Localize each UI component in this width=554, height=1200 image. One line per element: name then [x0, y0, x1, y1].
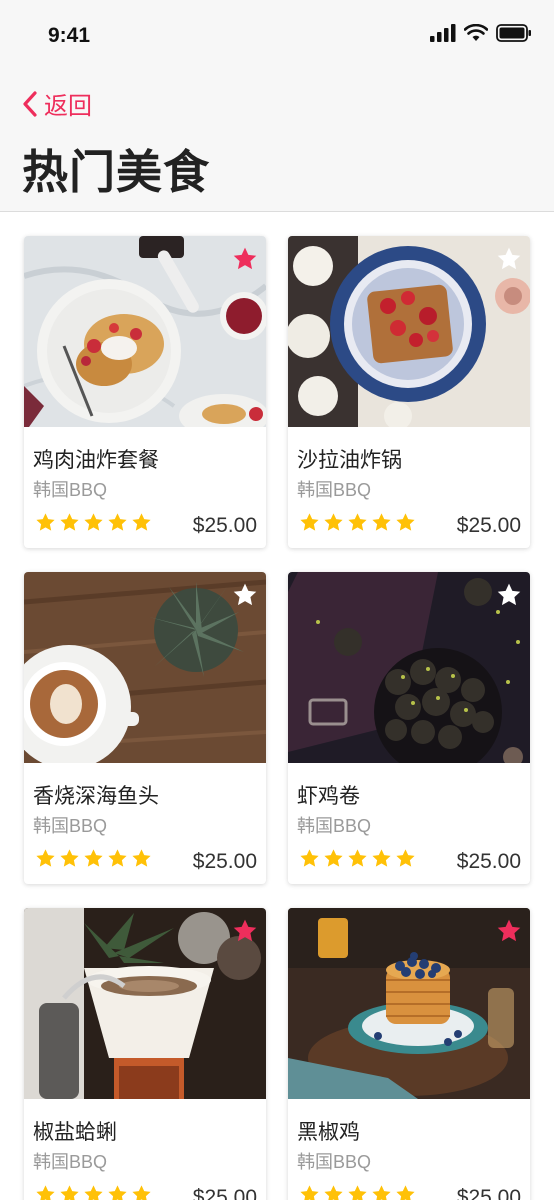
food-restaurant: 韩国BBQ: [33, 1152, 108, 1172]
food-name: 香烧深海鱼头: [33, 784, 159, 808]
rating-star-icon: [131, 512, 152, 533]
food-card[interactable]: 香烧深海鱼头 韩国BBQ $25.00: [24, 572, 266, 884]
rating-star-icon: [395, 1184, 416, 1200]
food-card[interactable]: 沙拉油炸锅 韩国BBQ $25.00: [288, 236, 530, 548]
rating-star-icon: [299, 512, 320, 533]
rating-star-icon: [371, 848, 392, 869]
rating-star-icon: [107, 848, 128, 869]
food-restaurant: 韩国BBQ: [33, 480, 108, 500]
back-label: 返回: [44, 92, 92, 120]
chevron-left-icon: [23, 90, 37, 117]
rating-star-icon: [371, 512, 392, 533]
favorite-star-icon[interactable]: [232, 582, 258, 608]
status-icons: [430, 24, 532, 42]
battery-icon: [496, 24, 531, 42]
rating-star-icon: [107, 1184, 128, 1200]
rating-star-icon: [131, 848, 152, 869]
food-restaurant: 韩国BBQ: [297, 816, 372, 836]
rating-star-icon: [347, 848, 368, 869]
rating-star-icon: [107, 512, 128, 533]
wifi-icon: [464, 24, 488, 41]
rating-stars: [35, 848, 152, 869]
page-title: 热门美食: [22, 145, 210, 199]
cellular-signal-icon: [430, 24, 456, 42]
food-price: $25.00: [192, 514, 257, 537]
favorite-star-icon[interactable]: [496, 918, 522, 944]
food-price: $25.00: [192, 850, 257, 873]
pour-over-coffee-photo: [24, 908, 266, 1099]
rating-star-icon: [35, 512, 56, 533]
status-bar: 9:41: [0, 0, 554, 72]
rating-stars: [299, 512, 416, 533]
food-card[interactable]: 黑椒鸡 韩国BBQ $25.00: [288, 908, 530, 1200]
food-restaurant: 韩国BBQ: [297, 480, 372, 500]
rating-star-icon: [59, 512, 80, 533]
energy-balls-photo: [288, 572, 530, 763]
food-card[interactable]: 椒盐蛤蜊 韩国BBQ $25.00: [24, 908, 266, 1200]
rating-star-icon: [395, 848, 416, 869]
blueberry-pancakes-photo: [288, 908, 530, 1099]
food-name: 虾鸡卷: [297, 784, 360, 808]
food-name: 鸡肉油炸套餐: [33, 448, 159, 472]
rating-star-icon: [395, 512, 416, 533]
rating-star-icon: [83, 512, 104, 533]
rating-star-icon: [83, 848, 104, 869]
favorite-star-icon[interactable]: [232, 918, 258, 944]
food-restaurant: 韩国BBQ: [33, 816, 108, 836]
food-name: 椒盐蛤蜊: [33, 1120, 117, 1144]
rating-star-icon: [59, 848, 80, 869]
rating-star-icon: [323, 848, 344, 869]
food-price: $25.00: [192, 1186, 257, 1200]
food-card[interactable]: 鸡肉油炸套餐 韩国BBQ $25.00: [24, 236, 266, 548]
pancakes-with-jam-photo: [24, 236, 266, 427]
rating-star-icon: [59, 1184, 80, 1200]
food-price: $25.00: [456, 514, 521, 537]
rating-star-icon: [323, 512, 344, 533]
food-name: 沙拉油炸锅: [297, 448, 402, 472]
favorite-star-icon[interactable]: [496, 582, 522, 608]
rating-star-icon: [299, 848, 320, 869]
back-button[interactable]: 返回: [22, 86, 92, 121]
rating-stars: [35, 512, 152, 533]
rating-star-icon: [371, 1184, 392, 1200]
food-card[interactable]: 虾鸡卷 韩国BBQ $25.00: [288, 572, 530, 884]
rating-star-icon: [347, 512, 368, 533]
rating-star-icon: [299, 1184, 320, 1200]
rating-star-icon: [131, 1184, 152, 1200]
navigation-bar: 返回 热门美食: [0, 72, 554, 212]
food-restaurant: 韩国BBQ: [297, 1152, 372, 1172]
rating-stars: [299, 848, 416, 869]
status-time: 9:41: [48, 24, 91, 47]
rating-star-icon: [83, 1184, 104, 1200]
rating-star-icon: [35, 1184, 56, 1200]
rating-stars: [299, 1184, 416, 1200]
strawberry-toast-photo: [288, 236, 530, 427]
food-name: 黑椒鸡: [297, 1120, 360, 1144]
food-price: $25.00: [456, 1186, 521, 1200]
favorite-star-icon[interactable]: [496, 246, 522, 272]
rating-stars: [35, 1184, 152, 1200]
food-price: $25.00: [456, 850, 521, 873]
favorite-star-icon[interactable]: [232, 246, 258, 272]
rating-star-icon: [323, 1184, 344, 1200]
rating-star-icon: [35, 848, 56, 869]
rating-star-icon: [347, 1184, 368, 1200]
latte-and-succulent-photo: [24, 572, 266, 763]
